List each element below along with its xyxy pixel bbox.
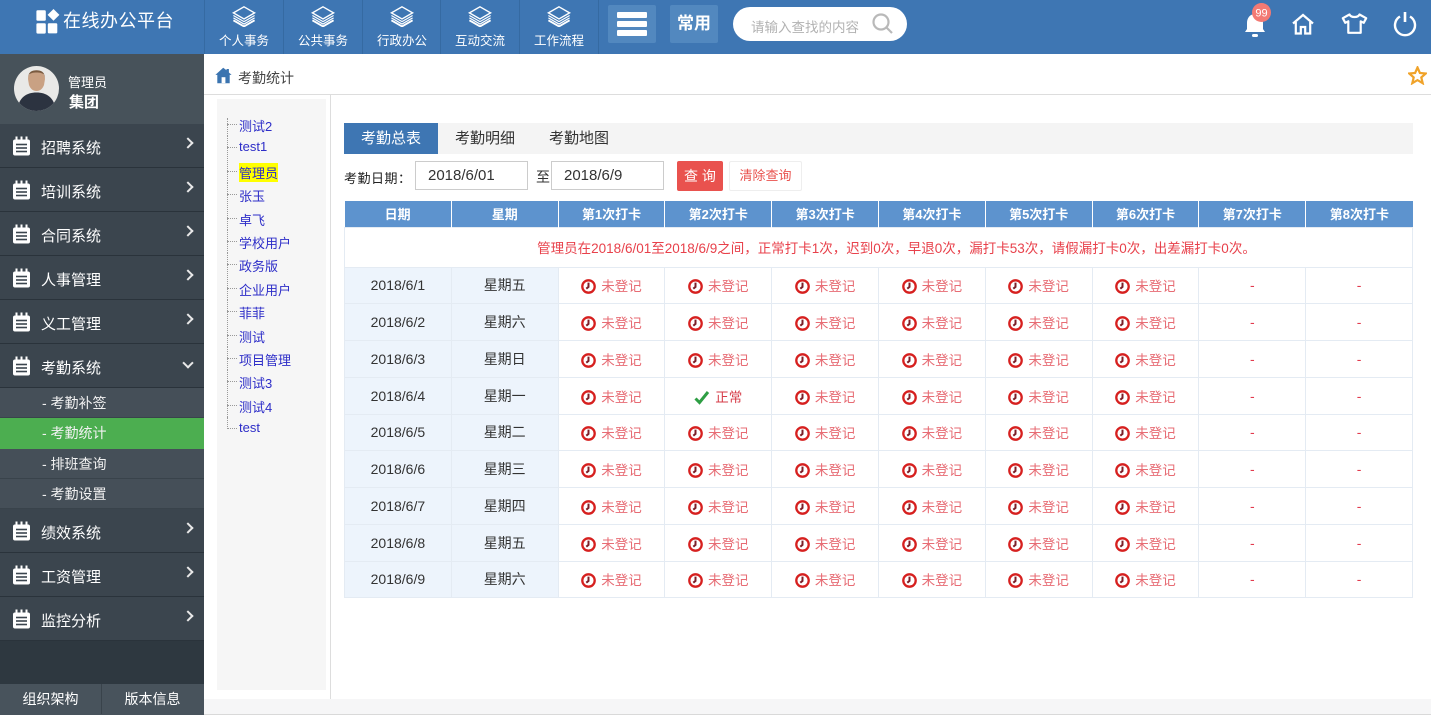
svg-text:99: 99 [1255, 8, 1267, 20]
